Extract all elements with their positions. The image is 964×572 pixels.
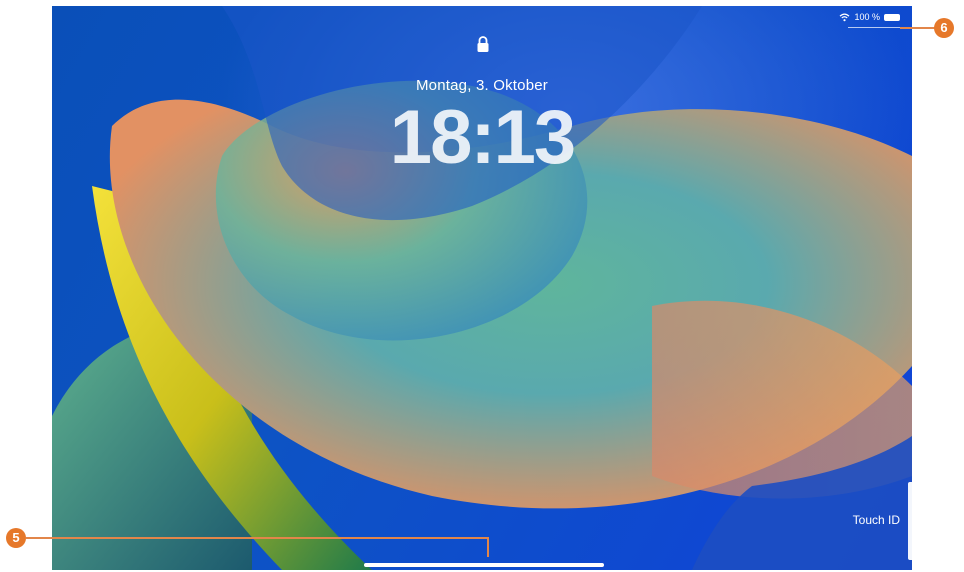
status-bar: 100 % [839, 12, 900, 22]
touch-id-button-indicator[interactable] [908, 482, 912, 560]
lock-icon [477, 36, 489, 52]
touch-id-label: Touch ID [852, 513, 900, 527]
battery-icon [884, 13, 900, 21]
home-indicator[interactable] [364, 563, 604, 567]
lock-screen-time: 18:13 [389, 95, 576, 180]
wifi-icon [840, 12, 850, 21]
callout-line-5-vertical [487, 537, 489, 557]
lock-screen-date: Montag, 3. Oktober [415, 77, 548, 94]
callout-line-5 [26, 537, 488, 539]
callout-line-6 [900, 27, 936, 29]
callout-badge-6: 6 [934, 18, 954, 38]
status-bar-underline [848, 27, 902, 28]
callout-badge-5: 5 [6, 528, 26, 548]
battery-percentage: 100 % [854, 12, 880, 22]
lock-screen: 100 % Montag, 3. Oktober 18:13 Touch ID [52, 6, 912, 570]
